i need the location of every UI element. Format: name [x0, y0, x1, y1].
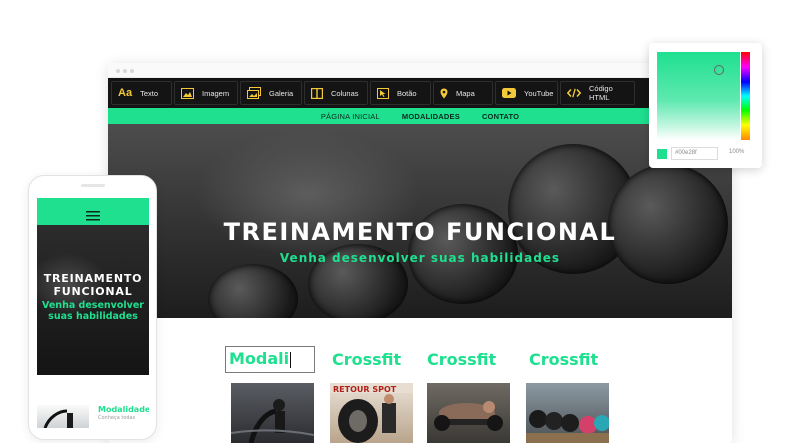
- hue-slider[interactable]: [741, 52, 750, 140]
- tool-gallery-button[interactable]: Galeria: [240, 81, 302, 105]
- tool-map-button[interactable]: Mapa: [433, 81, 493, 105]
- card-title-editing[interactable]: Modali: [225, 346, 315, 373]
- mobile-hero-banner: TREINAMENTO FUNCIONAL Venha desenvolver …: [37, 225, 149, 375]
- mobile-card-title: Modalidade: [98, 405, 149, 414]
- nav-link-contato[interactable]: CONTATO: [482, 112, 519, 121]
- tool-youtube-button[interactable]: YouTube: [495, 81, 558, 105]
- phone-screen: TREINAMENTO FUNCIONAL Venha desenvolver …: [37, 198, 149, 428]
- nav-link-modalidades[interactable]: MODALIDADES: [402, 112, 460, 121]
- tool-label: Colunas: [331, 88, 359, 98]
- code-icon: [567, 88, 581, 98]
- window-dot-icon: [130, 69, 134, 73]
- editor-toolbar: Aa Texto Imagem Galeria Colunas Botão Ma…: [108, 78, 732, 108]
- map-pin-icon: [440, 88, 448, 99]
- tool-image-button[interactable]: Imagem: [174, 81, 238, 105]
- hex-color-input[interactable]: #00e28f: [671, 147, 718, 160]
- color-picker-handle[interactable]: [714, 65, 724, 75]
- hero-banner: TREINAMENTO FUNCIONAL Venha desenvolver …: [108, 124, 732, 318]
- tool-label: Botão: [397, 88, 417, 98]
- button-icon: [377, 87, 389, 99]
- card-title[interactable]: Crossfit: [427, 350, 496, 369]
- tool-columns-button[interactable]: Colunas: [304, 81, 368, 105]
- text-icon: Aa: [118, 87, 133, 99]
- hamburger-menu-icon[interactable]: [86, 206, 100, 225]
- card-image-kettlebells[interactable]: [526, 383, 609, 443]
- saturation-value-area[interactable]: [657, 52, 740, 140]
- site-nav: PÁGINA INICIAL MODALIDADES CONTATO: [108, 108, 732, 124]
- hero-title[interactable]: TREINAMENTO FUNCIONAL: [108, 218, 732, 246]
- mobile-nav-bar: [37, 198, 149, 225]
- text-cursor: [290, 351, 292, 368]
- columns-icon: [311, 87, 323, 99]
- dumbbell-image: [208, 264, 298, 318]
- svg-text:RETOUR SPOT: RETOUR SPOT: [333, 385, 397, 394]
- hero-subtitle[interactable]: Venha desenvolver suas habilidades: [108, 251, 732, 265]
- youtube-icon: [502, 88, 516, 98]
- color-swatch: [657, 149, 667, 159]
- tool-html-code-button[interactable]: Código HTML: [560, 81, 635, 105]
- tool-text-button[interactable]: Aa Texto: [111, 81, 172, 105]
- modalities-section: Modali Crossfit Crossfit Crossfit RETOUR…: [108, 318, 732, 443]
- tool-label: Texto: [140, 88, 158, 98]
- card-title[interactable]: Crossfit: [529, 350, 598, 369]
- mobile-card-text: Conheça todas: [98, 415, 136, 421]
- card-image-battle-rope[interactable]: [231, 383, 314, 443]
- mobile-phone-mockup: TREINAMENTO FUNCIONAL Venha desenvolver …: [28, 175, 157, 440]
- mobile-card-image[interactable]: [37, 405, 89, 428]
- phone-speaker: [81, 184, 105, 187]
- tool-label: Código HTML: [589, 84, 613, 102]
- opacity-value[interactable]: 100%: [729, 149, 744, 155]
- card-image-tire-flip[interactable]: RETOUR SPOT: [330, 383, 413, 443]
- nav-link-home[interactable]: PÁGINA INICIAL: [321, 112, 380, 121]
- tool-label: Mapa: [456, 88, 475, 98]
- browser-chrome: [108, 63, 732, 78]
- gallery-icon: [247, 87, 261, 99]
- tool-label: Imagem: [202, 88, 230, 98]
- image-icon: [181, 87, 194, 99]
- card-title[interactable]: Crossfit: [332, 350, 401, 369]
- window-dot-icon: [116, 69, 120, 73]
- window-dot-icon: [123, 69, 127, 73]
- mobile-hero-title: TREINAMENTO FUNCIONAL: [43, 272, 143, 298]
- tool-label: Galeria: [269, 88, 294, 98]
- desktop-browser-window: Aa Texto Imagem Galeria Colunas Botão Ma…: [108, 63, 732, 443]
- tool-label: YouTube: [524, 88, 554, 98]
- card-title-text: Modali: [229, 349, 290, 368]
- color-picker-panel: #00e28f 100%: [649, 43, 762, 168]
- card-image-crossfit-floor[interactable]: [427, 383, 510, 443]
- mobile-hero-subtitle: Venha desenvolver suas habilidades: [42, 300, 144, 322]
- tool-button-button[interactable]: Botão: [370, 81, 431, 105]
